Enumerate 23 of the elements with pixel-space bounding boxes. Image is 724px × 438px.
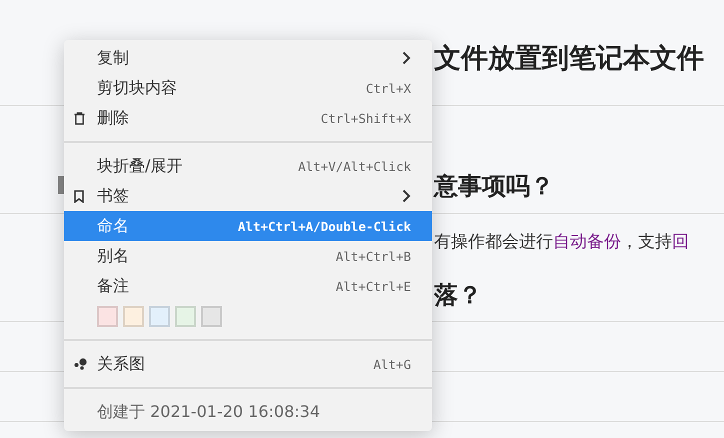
menu-item[interactable]: 删除 Ctrl+Shift+X	[64, 103, 432, 133]
color-swatch[interactable]	[201, 306, 222, 326]
heading: 文件放置到笔记本文件	[434, 42, 704, 76]
menu-item[interactable]: 块折叠/展开 Alt+V/Alt+Click	[64, 151, 432, 181]
heading: 意事项吗？	[434, 171, 554, 202]
menu-item[interactable]: 剪切块内容 Ctrl+X	[64, 73, 432, 103]
paragraph: 有操作都会进行自动备份，支持回	[434, 230, 689, 252]
menu-item[interactable]: 别名 Alt+Ctrl+B	[64, 241, 432, 271]
bookmark-icon	[74, 190, 84, 202]
menu-item[interactable]: 书签	[64, 181, 432, 211]
menu-item[interactable]: 复制	[64, 43, 432, 73]
color-swatch[interactable]	[97, 306, 118, 326]
menu-item[interactable]: 关系图 Alt+G	[64, 349, 432, 379]
graph-icon	[74, 358, 88, 370]
color-swatch[interactable]	[149, 306, 170, 326]
created-time: 创建于 2021-01-20 16:08:34	[96, 400, 322, 422]
color-swatch[interactable]	[123, 306, 144, 326]
color-swatch[interactable]	[175, 306, 196, 326]
menu-item[interactable]: 命名 Alt+Ctrl+A/Double-Click	[64, 211, 432, 241]
menu-item[interactable]: 备注 Alt+Ctrl+E	[64, 271, 432, 301]
heading: 落？	[434, 280, 482, 310]
drag-handle-icon[interactable]	[58, 176, 64, 194]
trash-icon	[74, 112, 85, 124]
